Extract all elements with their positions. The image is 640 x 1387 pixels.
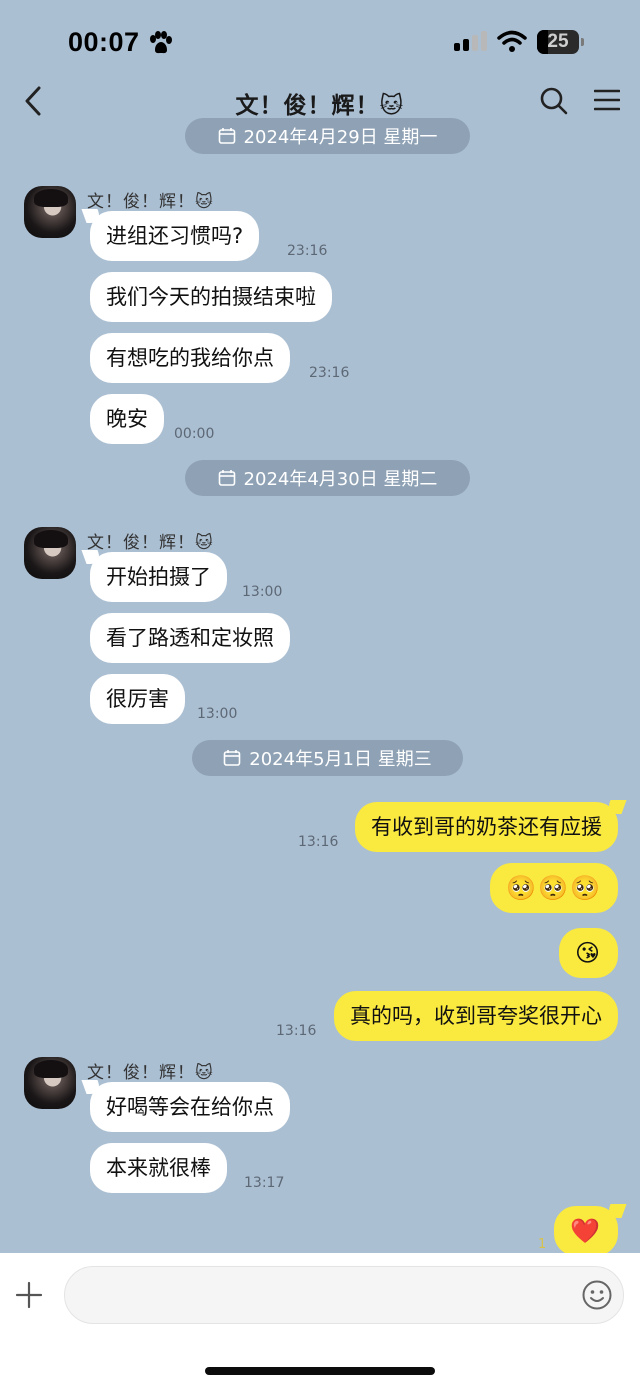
home-indicator [205, 1367, 435, 1375]
message-time: 13:00 [242, 584, 283, 600]
message-bubble[interactable]: 有收到哥的奶茶还有应援 [355, 802, 618, 852]
message-bubble[interactable]: 晚安 [90, 394, 164, 444]
battery-indicator: 25 [537, 30, 585, 54]
calendar-icon [218, 128, 235, 144]
message-time: 13:16 [298, 834, 339, 850]
message-bubble[interactable]: ❤️ [554, 1206, 618, 1256]
message-time: 13:17 [244, 1175, 285, 1191]
message-time: 23:16 [309, 365, 350, 381]
message-bubble[interactable]: 🥺🥺🥺 [490, 863, 618, 913]
calendar-icon [223, 750, 241, 766]
message-time: 13:00 [197, 706, 238, 722]
message-bubble[interactable]: 本来就很棒 [90, 1143, 227, 1193]
avatar[interactable] [24, 186, 76, 238]
message-bubble[interactable]: 我们今天的拍摄结束啦 [90, 272, 332, 322]
date-divider: 2024年4月30日 星期二 [185, 460, 470, 496]
status-bar: 00:07 25 [0, 0, 640, 80]
message-bubble[interactable]: 好喝等会在给你点 [90, 1082, 290, 1132]
wifi-icon [497, 30, 527, 52]
message-bubble[interactable]: 😘 [558, 928, 618, 978]
date-label: 2024年4月29日 星期一 [243, 127, 438, 148]
calendar-icon [218, 470, 235, 486]
unread-count: 1 [538, 1237, 547, 1252]
message-bubble[interactable]: 很厉害 [90, 674, 185, 724]
battery-percent: 25 [547, 31, 569, 52]
plus-icon[interactable] [14, 1280, 44, 1310]
message-bubble[interactable]: 进组还习惯吗? [90, 211, 260, 261]
date-label: 2024年4月30日 星期二 [243, 469, 438, 490]
menu-icon[interactable] [594, 88, 620, 112]
avatar[interactable] [24, 1057, 76, 1109]
sender-name: 文！俊！辉！🐱 [87, 533, 214, 553]
avatar[interactable] [24, 527, 76, 579]
message-bubble[interactable]: 开始拍摄了 [90, 552, 227, 602]
search-icon[interactable] [539, 86, 569, 116]
message-time: 23:16 [287, 243, 328, 259]
message-bubble[interactable]: 有想吃的我给你点 [90, 333, 290, 383]
message-composer [0, 1253, 640, 1387]
paw-icon [150, 31, 172, 54]
sender-name: 文！俊！辉！🐱 [87, 1063, 214, 1083]
message-time: 13:16 [276, 1023, 317, 1039]
date-divider: 2024年4月29日 星期一 [185, 118, 470, 154]
date-label: 2024年5月1日 星期三 [249, 749, 432, 770]
message-bubble[interactable]: 看了路透和定妆照 [90, 613, 290, 663]
signal-icon [454, 31, 487, 51]
status-time: 00:07 [68, 27, 140, 57]
message-input[interactable] [64, 1266, 624, 1324]
sender-name: 文！俊！辉！🐱 [87, 192, 214, 212]
emoji-icon[interactable] [581, 1279, 613, 1311]
date-divider: 2024年5月1日 星期三 [192, 740, 463, 776]
message-bubble[interactable]: 真的吗，收到哥夸奖很开心 [334, 991, 618, 1041]
message-list[interactable]: 2024年4月29日 星期一 文！俊！辉！🐱 进组还习惯吗? 23:16 我们今… [0, 118, 640, 1256]
message-time: 00:00 [174, 426, 215, 442]
